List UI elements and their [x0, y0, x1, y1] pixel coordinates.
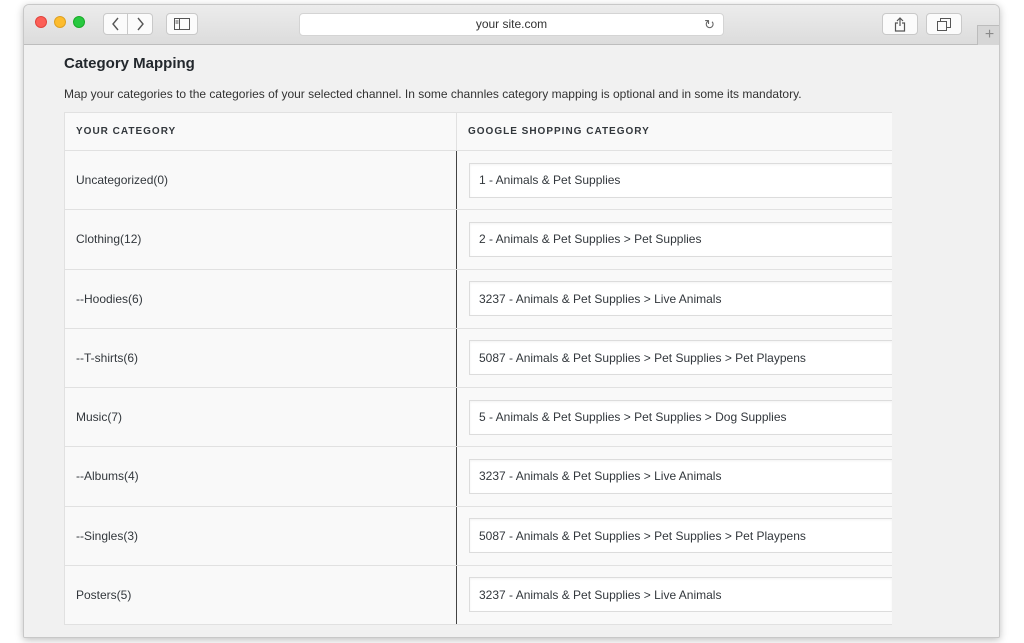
address-bar[interactable]: your site.com ↻	[299, 13, 724, 36]
table-row: --Albums(4) 3237 - Animals & Pet Supplie…	[65, 447, 892, 507]
new-tab-button[interactable]: +	[977, 25, 999, 45]
zoom-window-button[interactable]	[73, 16, 85, 28]
address-text: your site.com	[475, 17, 548, 31]
mapping-input[interactable]: 1 - Animals & Pet Supplies	[469, 162, 892, 198]
mapping-input[interactable]: 5 - Animals & Pet Supplies > Pet Supplie…	[469, 399, 892, 435]
category-name: Music(7)	[65, 388, 457, 447]
mapping-input[interactable]: 2 - Animals & Pet Supplies > Pet Supplie…	[469, 221, 892, 257]
tabs-icon	[937, 17, 951, 31]
category-name: --Singles(3)	[65, 506, 457, 565]
plus-icon: +	[984, 26, 995, 43]
share-icon	[894, 16, 906, 32]
table-row: Uncategorized(0) 1 - Animals & Pet Suppl…	[65, 151, 892, 211]
page-content: Category Mapping Map your categories to …	[24, 46, 999, 637]
back-button[interactable]	[103, 13, 128, 35]
chevron-left-icon	[111, 17, 119, 31]
minimize-window-button[interactable]	[54, 16, 66, 28]
page-title: Category Mapping	[64, 55, 195, 72]
mapping-input[interactable]: 5087 - Animals & Pet Supplies > Pet Supp…	[469, 518, 892, 554]
mapping-input[interactable]: 5087 - Animals & Pet Supplies > Pet Supp…	[469, 340, 892, 376]
sidebar-toggle-button[interactable]	[166, 13, 198, 35]
table-row: Posters(5) 3237 - Animals & Pet Supplies…	[65, 565, 892, 625]
table-row: --T-shirts(6) 5087 - Animals & Pet Suppl…	[65, 328, 892, 388]
table-header: YOUR CATEGORY GOOGLE SHOPPING CATEGORY	[65, 113, 892, 151]
chevron-right-icon	[137, 17, 144, 31]
reload-icon[interactable]: ↻	[704, 14, 715, 35]
page-description: Map your categories to the categories of…	[64, 87, 802, 101]
category-name: Posters(5)	[65, 565, 457, 624]
show-tabs-button[interactable]	[926, 13, 962, 35]
sidebar-icon	[174, 18, 190, 30]
column-header-your-category: YOUR CATEGORY	[65, 113, 457, 150]
table-row: --Singles(3) 5087 - Animals & Pet Suppli…	[65, 506, 892, 566]
mapping-input[interactable]: 3237 - Animals & Pet Supplies > Live Ani…	[469, 577, 892, 613]
close-window-button[interactable]	[35, 16, 47, 28]
category-name: --Albums(4)	[65, 447, 457, 506]
table-row: --Hoodies(6) 3237 - Animals & Pet Suppli…	[65, 269, 892, 329]
share-button[interactable]	[882, 13, 918, 35]
category-name: --Hoodies(6)	[65, 269, 457, 328]
category-name: --T-shirts(6)	[65, 328, 457, 387]
table-row: Music(7) 5 - Animals & Pet Supplies > Pe…	[65, 388, 892, 448]
table-row: Clothing(12) 2 - Animals & Pet Supplies …	[65, 210, 892, 270]
category-mapping-table: YOUR CATEGORY GOOGLE SHOPPING CATEGORY U…	[64, 112, 892, 625]
browser-toolbar: your site.com ↻	[24, 5, 999, 45]
mapping-input[interactable]: 3237 - Animals & Pet Supplies > Live Ani…	[469, 281, 892, 317]
category-name: Uncategorized(0)	[65, 151, 457, 210]
browser-window: your site.com ↻ + Category Mapping Map y…	[23, 4, 1000, 638]
mapping-input[interactable]: 3237 - Animals & Pet Supplies > Live Ani…	[469, 458, 892, 494]
category-name: Clothing(12)	[65, 210, 457, 269]
column-header-google-category: GOOGLE SHOPPING CATEGORY	[468, 126, 650, 137]
forward-button[interactable]	[128, 13, 153, 35]
